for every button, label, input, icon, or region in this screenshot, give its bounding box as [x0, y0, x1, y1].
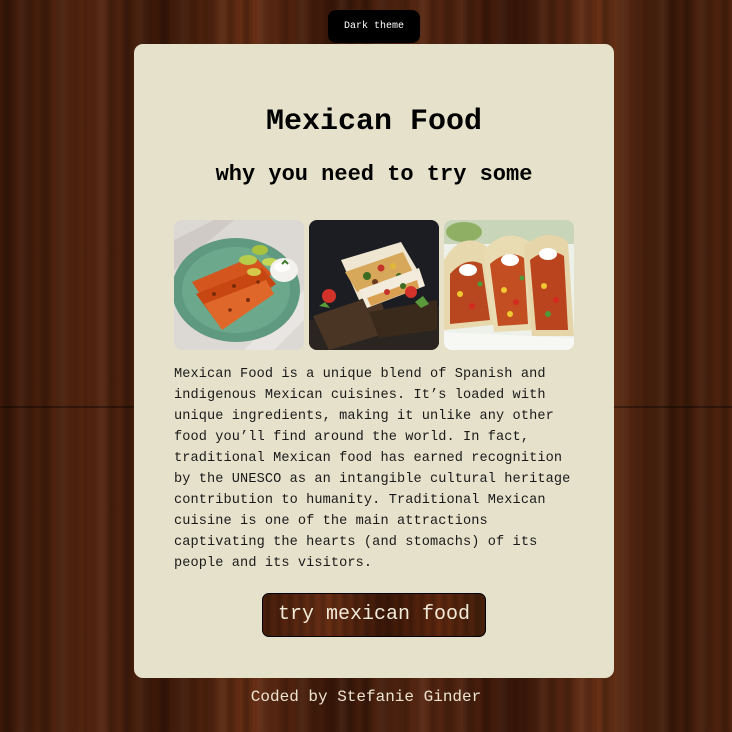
burrito-photo: [309, 220, 439, 350]
footer-credit: Coded by Stefanie Ginder: [250, 688, 482, 706]
try-mexican-food-button[interactable]: try mexican food: [262, 593, 486, 637]
content-card: Mexican Food why you need to try some Me…: [134, 44, 614, 678]
enchiladas-photo: [174, 220, 304, 350]
dark-theme-button[interactable]: Dark theme: [328, 10, 420, 43]
page-title: Mexican Food: [265, 105, 483, 139]
tacos-photo: [444, 220, 574, 350]
description-text: Mexican Food is a unique blend of Spanis…: [174, 367, 571, 571]
page-subtitle: why you need to try some: [215, 162, 533, 187]
food-gallery: [174, 220, 574, 350]
